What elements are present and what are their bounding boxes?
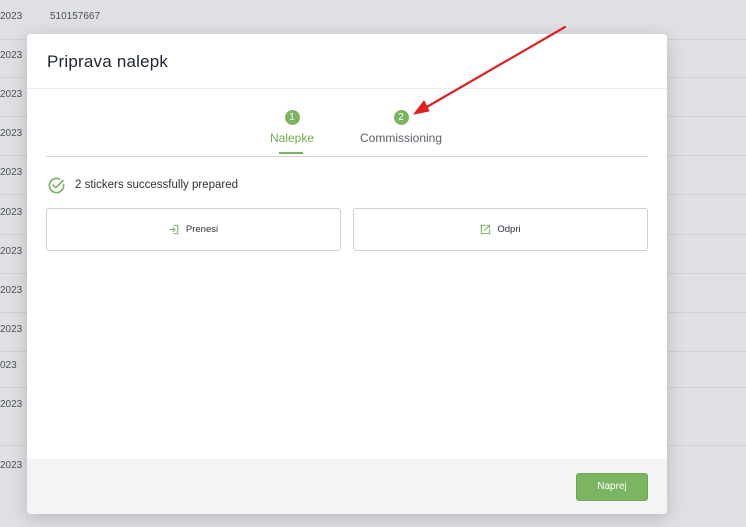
- download-icon: [169, 224, 179, 235]
- dialog-footer: Naprej: [27, 459, 667, 514]
- table-cell-id: 510157667: [50, 11, 101, 22]
- table-cell-date: 2023: [0, 167, 23, 178]
- status-text: 2 stickers successfully prepared: [75, 179, 238, 191]
- table-cell-date: 2023: [0, 50, 23, 61]
- step-number: 1: [284, 110, 300, 125]
- table-cell-date: 2023: [0, 128, 23, 139]
- step-nalepke[interactable]: 1 Nalepke: [267, 110, 317, 154]
- prepare-stickers-dialog: Priprava nalepk 1 Nalepke 2 Commissionin…: [27, 34, 667, 514]
- dialog-title: Priprava nalepk: [47, 52, 169, 71]
- download-button[interactable]: Prenesi: [46, 208, 341, 251]
- step-number: 2: [393, 110, 409, 125]
- table-cell-date: 2023: [0, 207, 23, 218]
- active-step-indicator: [279, 152, 303, 154]
- download-button-label: Prenesi: [185, 224, 219, 235]
- dialog-header: Priprava nalepk: [27, 34, 667, 89]
- table-cell-date: 023: [0, 360, 17, 371]
- step-commissioning[interactable]: 2 Commissioning: [354, 110, 448, 145]
- table-cell-date: 2023: [0, 246, 23, 257]
- table-cell-date: 2023: [0, 399, 23, 410]
- check-circle-icon: [48, 177, 65, 194]
- step-label: Nalepke: [269, 131, 315, 145]
- next-button[interactable]: Naprej: [576, 473, 648, 501]
- stepper: 1 Nalepke 2 Commissioning: [46, 110, 648, 157]
- table-cell-date: 2023: [0, 285, 23, 296]
- table-cell-date: 2023: [0, 89, 23, 100]
- open-button-label: Odpri: [497, 224, 521, 235]
- table-cell-date: 2023: [0, 324, 23, 335]
- external-link-icon: [481, 224, 491, 235]
- open-button[interactable]: Odpri: [353, 208, 648, 251]
- table-cell-date: 2023: [0, 11, 23, 22]
- table-cell-date: 2023: [0, 460, 23, 471]
- step-label: Commissioning: [359, 131, 443, 145]
